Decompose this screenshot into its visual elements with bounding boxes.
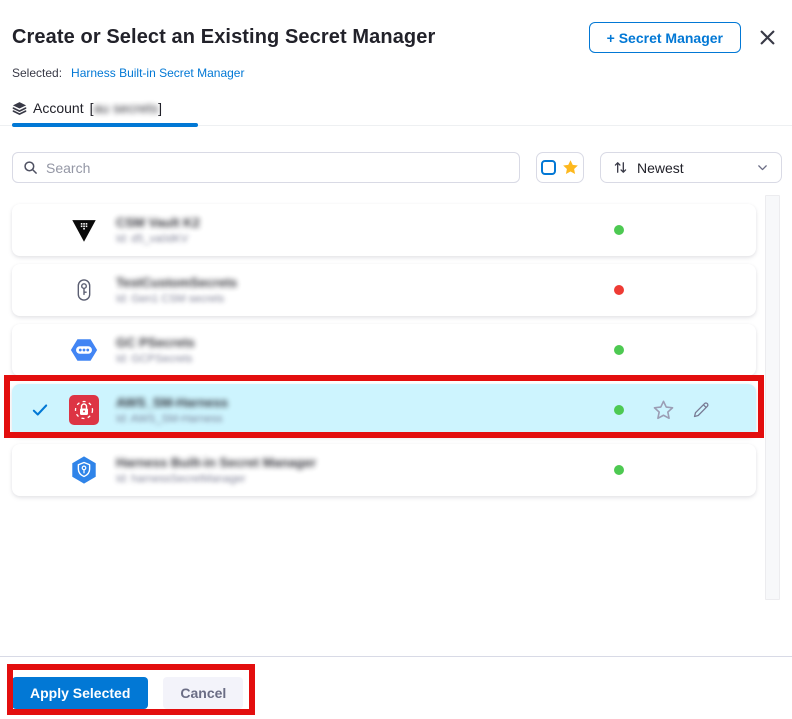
secret-manager-list: CSM Vault K2 Id: d5_va0dKV TestCustomSec…	[12, 204, 756, 496]
new-secret-manager-button[interactable]: + Secret Manager	[589, 22, 741, 53]
tab-scope: [au secrets]	[90, 100, 162, 116]
row-text: GC PSecrets Id: GCPSecrets	[116, 336, 614, 365]
gcp-secret-manager-icon	[68, 334, 100, 366]
vault-icon	[68, 214, 100, 246]
edit-pencil-icon[interactable]	[691, 400, 711, 420]
check-icon	[31, 401, 49, 419]
secret-manager-name: GC PSecrets	[116, 336, 614, 350]
secret-manager-name: CSM Vault K2	[116, 216, 614, 230]
secret-manager-id: Id: Gen1 CSM secrets	[116, 293, 614, 305]
status-dot-green	[614, 345, 624, 355]
favorite-toggle-icon[interactable]	[652, 399, 675, 422]
list-scrollbar[interactable]	[765, 195, 780, 600]
list-item[interactable]: CSM Vault K2 Id: d5_va0dKV	[12, 204, 756, 256]
secret-manager-name: AWS_SM-Harness	[116, 396, 614, 410]
harness-secret-manager-icon	[68, 454, 100, 486]
status-dot-red	[614, 285, 624, 295]
sort-arrows-icon	[613, 160, 628, 175]
footer-buttons: Apply Selected Cancel	[12, 677, 243, 709]
cancel-button[interactable]: Cancel	[163, 677, 243, 709]
list-item[interactable]: GC PSecrets Id: GCPSecrets	[12, 324, 756, 376]
sort-selected-value: Newest	[637, 160, 747, 176]
list-item[interactable]: Harness Built-in Secret Manager Id: harn…	[12, 444, 756, 496]
row-actions	[652, 399, 748, 422]
search-input[interactable]	[46, 160, 509, 176]
selected-secret-manager-link[interactable]: Harness Built-in Secret Manager	[71, 66, 244, 80]
close-icon	[759, 29, 776, 46]
footer-divider	[0, 656, 792, 657]
favorites-filter[interactable]	[536, 152, 584, 183]
tab-scope-redacted-text: au secrets	[93, 100, 158, 116]
row-text: TestCustomSecrets Id: Gen1 CSM secrets	[116, 276, 614, 305]
row-text: AWS_SM-Harness Id: AWS_SM-Harness	[116, 396, 614, 425]
selected-line: Selected: Harness Built-in Secret Manage…	[0, 53, 792, 80]
modal-header: Create or Select an Existing Secret Mana…	[0, 0, 792, 53]
active-tab-underline	[12, 123, 198, 127]
secret-manager-id: Id: AWS_SM-Harness	[116, 413, 614, 425]
secret-manager-id: Id: d5_va0dKV	[116, 233, 614, 245]
secret-manager-id: Id: harnessSecretManager	[116, 473, 614, 485]
secret-manager-id: Id: GCPSecrets	[116, 353, 614, 365]
list-item-selected[interactable]: AWS_SM-Harness Id: AWS_SM-Harness	[12, 384, 756, 436]
selected-label: Selected:	[12, 66, 62, 80]
sort-dropdown[interactable]: Newest	[600, 152, 782, 183]
apply-selected-button[interactable]: Apply Selected	[12, 677, 148, 709]
status-dot-green	[614, 465, 624, 475]
favorite-star-icon	[562, 159, 579, 176]
search-icon	[23, 160, 38, 175]
custom-secret-manager-icon	[68, 274, 100, 306]
list-item[interactable]: TestCustomSecrets Id: Gen1 CSM secrets	[12, 264, 756, 316]
tab-account-label: Account	[33, 100, 84, 116]
close-button[interactable]	[759, 29, 776, 46]
search-box[interactable]	[12, 152, 520, 183]
row-text: CSM Vault K2 Id: d5_va0dKV	[116, 216, 614, 245]
row-text: Harness Built-in Secret Manager Id: harn…	[116, 456, 614, 485]
page-title: Create or Select an Existing Secret Mana…	[12, 26, 589, 49]
toolbar: Newest	[12, 152, 780, 183]
layers-icon	[12, 101, 27, 116]
tab-bar: Account [au secrets]	[0, 100, 792, 126]
chevron-down-icon	[756, 161, 769, 174]
tab-account[interactable]: Account [au secrets]	[12, 100, 162, 125]
favorites-checkbox[interactable]	[541, 160, 556, 175]
secret-manager-name: TestCustomSecrets	[116, 276, 614, 290]
secret-manager-name: Harness Built-in Secret Manager	[116, 456, 614, 470]
status-dot-green	[614, 405, 624, 415]
aws-secrets-manager-icon	[68, 394, 100, 426]
status-dot-green	[614, 225, 624, 235]
row-check-slot	[12, 401, 68, 419]
